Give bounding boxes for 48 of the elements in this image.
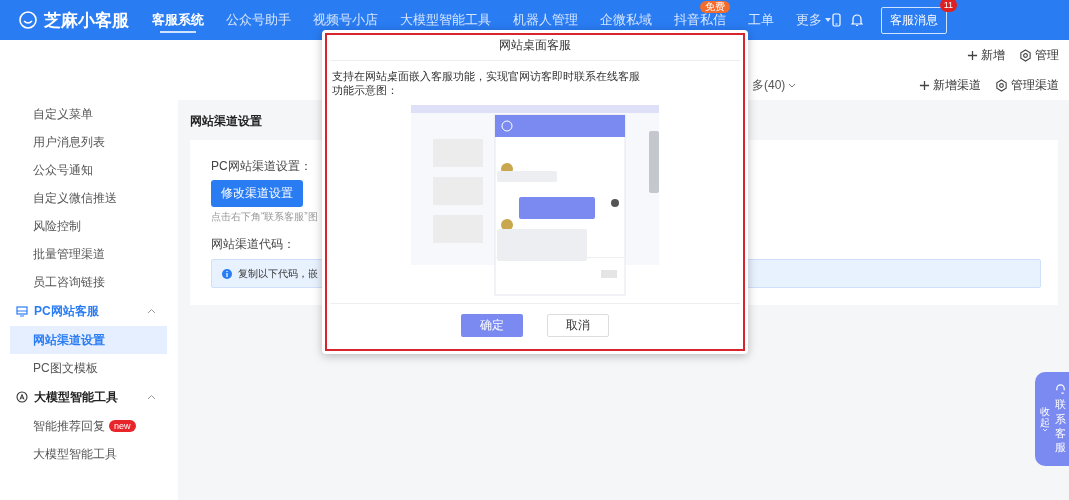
circle-a-icon xyxy=(16,391,28,403)
plus-icon xyxy=(919,79,930,91)
new-badge: new xyxy=(109,420,136,432)
headset-icon xyxy=(1055,383,1066,395)
sidebar-item[interactable]: 批量管理渠道 xyxy=(10,240,167,268)
sidebar-item[interactable]: 智能推荐回复 new xyxy=(10,412,167,440)
chevron-up-icon xyxy=(147,308,156,314)
sidebar-group[interactable]: PC网站客服 xyxy=(0,296,178,326)
sidebar-group[interactable]: 大模型智能工具 xyxy=(0,382,178,412)
cancel-button[interactable]: 取消 xyxy=(547,313,609,337)
sidebar-item[interactable]: 网站渠道设置 xyxy=(10,326,167,354)
sidebar-item[interactable]: 风险控制 xyxy=(10,212,167,240)
more-channels-dropdown[interactable]: 多(40) xyxy=(752,76,797,94)
settings-icon xyxy=(995,78,1008,92)
chevron-down-icon xyxy=(788,82,797,88)
free-badge: 免费 xyxy=(700,1,730,13)
channel-action-link[interactable]: 管理渠道 xyxy=(995,76,1059,94)
toolbar-link[interactable]: 新增 xyxy=(967,46,1005,64)
logo-icon xyxy=(18,10,38,30)
alert-text: 复制以下代码，嵌 xyxy=(238,266,318,281)
count-badge: 11 xyxy=(939,0,957,12)
sidebar-item[interactable]: 公众号通知 xyxy=(10,156,167,184)
section-title: 网站渠道设置 xyxy=(190,113,263,130)
chevron-down-icon xyxy=(1042,428,1048,432)
monitor-icon xyxy=(16,305,28,317)
info-icon xyxy=(222,268,232,279)
field-label: 网站渠道代码： xyxy=(211,236,296,253)
sidebar-item[interactable]: 员工咨询链接 xyxy=(10,268,167,296)
chevron-up-icon xyxy=(147,394,156,400)
dialog-caption: 功能示意图： xyxy=(332,83,399,97)
plus-icon xyxy=(967,49,978,61)
hint-text: 点击右下角“联系客服”图 xyxy=(211,210,319,224)
dialog-description: 支持在网站桌面嵌入客服功能，实现官网访客即时联系在线客服 xyxy=(332,69,641,83)
sidebar-item[interactable]: PC图文模板 xyxy=(10,354,167,382)
bell-icon xyxy=(851,13,863,27)
settings-icon xyxy=(1019,48,1032,62)
channel-action-link[interactable]: 新增渠道 xyxy=(919,76,981,94)
sidebar-item[interactable]: 用户消息列表 xyxy=(10,128,167,156)
sidebar-item[interactable]: 自定义微信推送 xyxy=(10,184,167,212)
sidebar-item[interactable]: 大模型智能工具 xyxy=(10,440,167,468)
field-label: PC网站渠道设置： xyxy=(211,158,313,175)
toolbar-link[interactable]: 管理 xyxy=(1019,46,1059,64)
dialog-title: 网站桌面客服 xyxy=(330,30,740,61)
nav-tab[interactable]: 客服系统 xyxy=(152,0,204,40)
phone-icon xyxy=(832,13,841,27)
edit-settings-button[interactable]: 修改渠道设置 xyxy=(211,180,303,207)
sidebar-item[interactable]: 自定义菜单 xyxy=(10,100,167,128)
app-logo-text: 芝麻小客服 xyxy=(44,9,129,32)
